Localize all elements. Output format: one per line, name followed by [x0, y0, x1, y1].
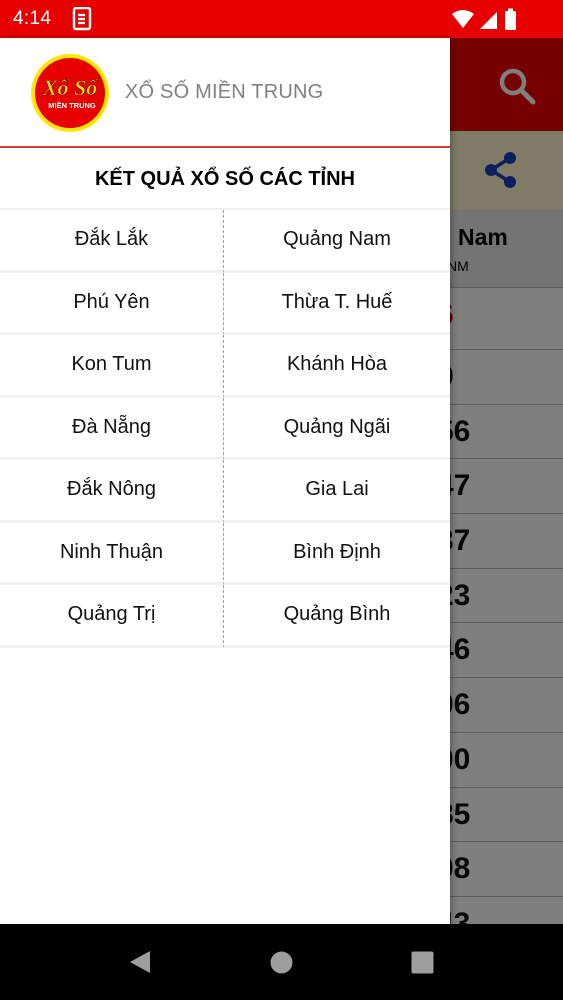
province-item-gia-lai[interactable]: Gia Lai [224, 460, 450, 523]
province-item-quang-ngai[interactable]: Quảng Ngãi [224, 398, 450, 460]
status-time: 4:14 [13, 8, 52, 29]
system-navigation-bar [0, 924, 563, 1000]
back-icon[interactable] [128, 949, 152, 975]
battery-icon [505, 11, 516, 30]
wifi-icon [452, 10, 474, 28]
province-item-kon-tum[interactable]: Kon Tum [0, 335, 224, 398]
recent-apps-icon[interactable] [411, 951, 434, 974]
province-item-phu-yen[interactable]: Phú Yên [0, 272, 224, 335]
navigation-drawer: Xổ Số MIỀN TRUNG XỔ SỐ MIỀN TRUNG KẾT QU… [0, 38, 450, 924]
sim-card-icon [72, 7, 92, 31]
province-item-binh-dinh[interactable]: Bình Định [224, 523, 450, 585]
svg-text:MIỀN TRUNG: MIỀN TRUNG [48, 100, 96, 110]
status-icons [452, 8, 516, 30]
province-item-ninh-thuan[interactable]: Ninh Thuận [0, 522, 224, 585]
province-item-quang-binh[interactable]: Quảng Bình [224, 585, 450, 648]
province-item-quang-tri[interactable]: Quảng Trị [0, 585, 224, 648]
province-item-dak-lak[interactable]: Đắk Lắk [0, 210, 224, 273]
drawer-app-title: XỔ SỐ MIỀN TRUNG [125, 81, 324, 103]
status-bar: 4:14 [0, 0, 563, 38]
svg-text:Xổ Số: Xổ Số [42, 75, 99, 100]
signal-icon [480, 12, 497, 29]
province-item-khanh-hoa[interactable]: Khánh Hòa [224, 335, 450, 398]
home-icon[interactable] [270, 951, 293, 974]
province-item-dak-nong[interactable]: Đắk Nông [0, 460, 224, 523]
province-item-thua-thien-hue[interactable]: Thừa T. Huế [224, 273, 450, 335]
drawer-header: Xổ Số MIỀN TRUNG XỔ SỐ MIỀN TRUNG [0, 38, 450, 148]
province-item-quang-nam[interactable]: Quảng Nam [224, 210, 450, 273]
section-title: KẾT QUẢ XỔ SỐ CÁC TỈNH [0, 148, 450, 210]
province-item-da-nang[interactable]: Đà Nẵng [0, 397, 224, 460]
province-grid: Đắk Lắk Quảng Nam Phú Yên Thừa T. Huế Ko… [0, 210, 450, 648]
app-logo: Xổ Số MIỀN TRUNG [31, 54, 109, 132]
